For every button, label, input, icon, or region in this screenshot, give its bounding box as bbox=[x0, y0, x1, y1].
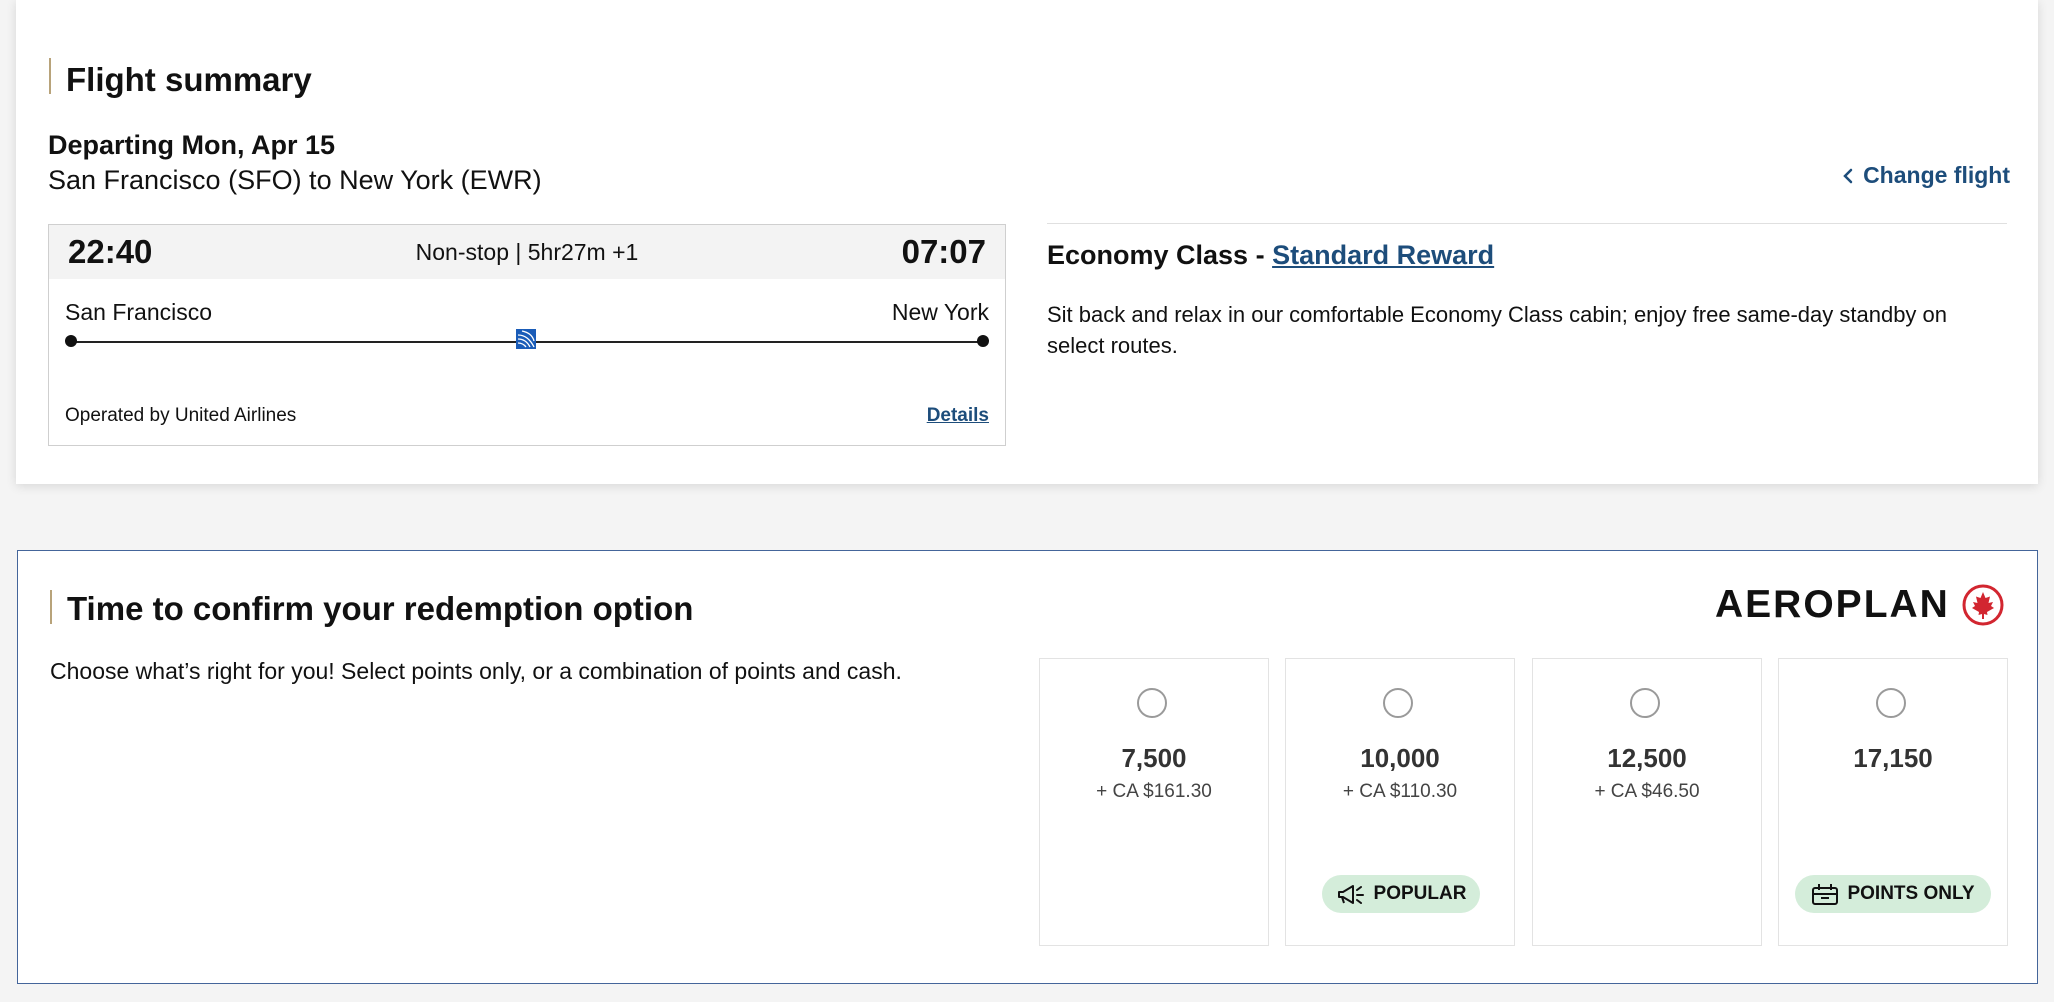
fare-description-line2: select routes. bbox=[1047, 333, 1178, 358]
flight-segment-box: 22:40 Non-stop | 5hr27m +1 07:07 San Fra… bbox=[48, 224, 1006, 446]
option-points: 10,000 bbox=[1360, 743, 1440, 773]
option-radio[interactable] bbox=[1383, 688, 1413, 718]
popular-badge: POPULAR bbox=[1322, 875, 1480, 913]
maple-leaf-icon bbox=[1962, 584, 2004, 626]
origin-dot bbox=[65, 335, 77, 347]
redemption-option-2[interactable]: 10,000 + CA $110.30 POPULAR bbox=[1285, 658, 1515, 946]
option-points: 7,500 bbox=[1121, 743, 1187, 773]
destination-dot bbox=[977, 335, 989, 347]
popular-badge-label: POPULAR bbox=[1373, 883, 1467, 904]
flight-summary-card: Flight summary Departing Mon, Apr 15 San… bbox=[16, 0, 2038, 484]
flight-info: Non-stop | 5hr27m +1 bbox=[415, 239, 639, 265]
route-text: San Francisco (SFO) to New York (EWR) bbox=[48, 165, 542, 195]
option-cash: + CA $46.50 bbox=[1594, 781, 1700, 802]
option-radio[interactable] bbox=[1630, 688, 1660, 718]
option-cash: + CA $161.30 bbox=[1096, 781, 1212, 802]
aeroplan-wordmark: AEROPLAN bbox=[1715, 583, 1950, 626]
arrival-time: 07:07 bbox=[901, 233, 986, 270]
change-flight-label: Change flight bbox=[1863, 162, 2010, 188]
redemption-option-3[interactable]: 12,500 + CA $46.50 bbox=[1532, 658, 1762, 946]
redemption-subtitle: Choose what’s right for you! Select poin… bbox=[50, 658, 902, 684]
fare-class-label: Economy Class - bbox=[1047, 240, 1265, 270]
operated-by: Operated by United Airlines bbox=[65, 405, 297, 426]
option-radio[interactable] bbox=[1876, 688, 1906, 718]
option-points: 12,500 bbox=[1607, 743, 1687, 773]
standard-reward-link[interactable]: Standard Reward bbox=[1272, 240, 1494, 270]
fare-divider bbox=[1047, 223, 2007, 224]
points-only-badge: POINTS ONLY bbox=[1795, 875, 1991, 913]
united-airlines-logo-icon bbox=[516, 329, 536, 349]
departing-date: Departing Mon, Apr 15 bbox=[48, 130, 336, 160]
destination-city: New York bbox=[891, 299, 989, 325]
change-flight-button[interactable]: Change flight bbox=[1843, 162, 2010, 189]
fare-title: Economy Class - Standard Reward bbox=[1047, 240, 1494, 271]
redemption-card: Time to confirm your redemption option C… bbox=[17, 550, 2038, 984]
redemption-title: Time to confirm your redemption option bbox=[67, 590, 694, 627]
title-accent-bar bbox=[50, 590, 52, 624]
details-link[interactable]: Details bbox=[927, 405, 989, 427]
fare-description-line1: Sit back and relax in our comfortable Ec… bbox=[1047, 302, 1948, 327]
chevron-left-icon bbox=[1843, 168, 1853, 183]
ticket-icon bbox=[1812, 884, 1839, 905]
megaphone-icon bbox=[1337, 885, 1364, 904]
redemption-option-4[interactable]: 17,150 POINTS ONLY bbox=[1778, 658, 2008, 946]
option-points: 17,150 bbox=[1853, 743, 1933, 773]
redemption-option-1[interactable]: 7,500 + CA $161.30 bbox=[1039, 658, 1269, 946]
origin-city: San Francisco bbox=[65, 299, 213, 325]
flight-segment-header: 22:40 Non-stop | 5hr27m +1 07:07 bbox=[49, 225, 1005, 279]
flight-summary-title: Flight summary bbox=[66, 61, 312, 98]
option-radio[interactable] bbox=[1137, 688, 1167, 718]
option-cash: + CA $110.30 bbox=[1342, 781, 1458, 802]
aeroplan-logo: AEROPLAN bbox=[1715, 583, 2004, 627]
title-accent-bar bbox=[49, 58, 51, 94]
points-only-badge-label: POINTS ONLY bbox=[1847, 883, 1975, 904]
